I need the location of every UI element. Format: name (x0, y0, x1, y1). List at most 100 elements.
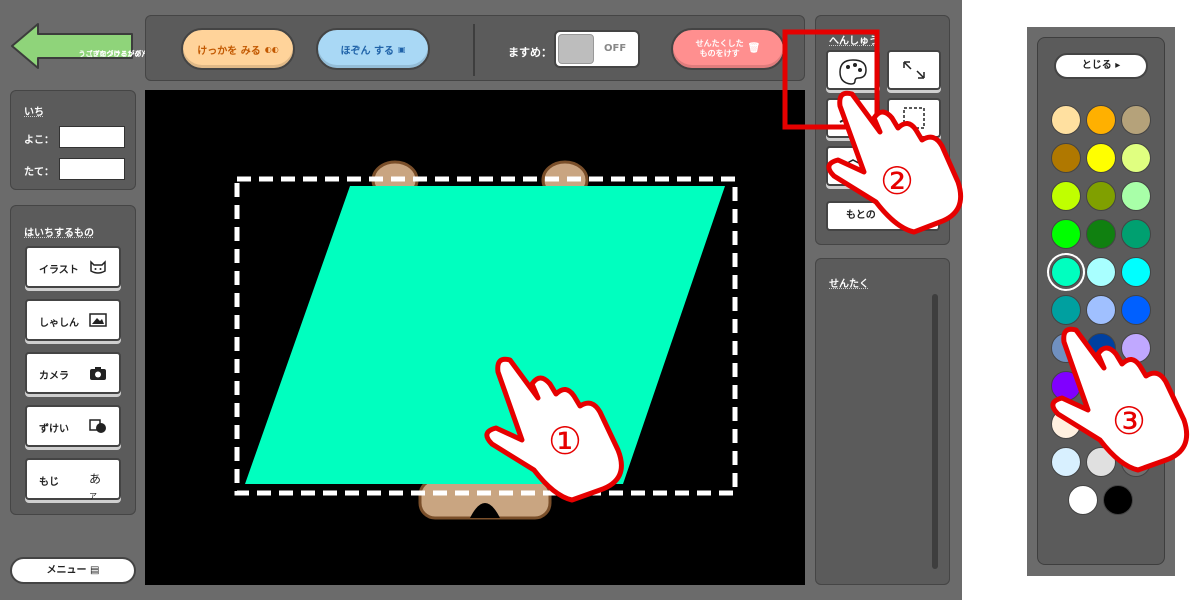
color-swatch[interactable] (1068, 485, 1098, 515)
color-swatch[interactable] (1121, 295, 1151, 325)
color-swatch[interactable] (1051, 219, 1081, 249)
color-palette-button[interactable] (826, 50, 880, 90)
color-swatch[interactable] (1121, 143, 1151, 173)
top-toolbar: けっかを みる ◐◐ ほぞん する ▣ ますめ： OFF せんたくした ものをけす… (145, 15, 805, 81)
left-arrow-icon (11, 23, 133, 69)
caret-right-icon: ▸ (1115, 60, 1121, 71)
restore-button[interactable]: もとの (826, 201, 940, 231)
layer-button[interactable] (826, 146, 880, 186)
toggle-knob (558, 34, 594, 64)
color-swatch[interactable] (1086, 181, 1116, 211)
menu-label: メニュー (46, 565, 87, 576)
flip-icon (839, 113, 867, 123)
place-items-panel: はいちするもの イラスト しゃしん カメラ ずけい もじ あア (10, 205, 136, 515)
color-swatch[interactable] (1051, 181, 1081, 211)
color-swatch[interactable] (1121, 409, 1151, 439)
palette-panel: とじる ▸ (1037, 37, 1165, 565)
color-palette-popup: とじる ▸ (1027, 27, 1175, 576)
delete-label-1: せんたくした (695, 39, 744, 48)
text-icon: あア (89, 472, 102, 501)
color-swatch[interactable] (1121, 105, 1151, 135)
color-swatch[interactable] (1086, 105, 1116, 135)
shape-label: ずけい (39, 424, 69, 435)
color-swatch[interactable] (1051, 143, 1081, 173)
text-label: もじ (39, 477, 59, 488)
color-swatch[interactable] (1086, 409, 1116, 439)
color-swatch[interactable] (1086, 143, 1116, 173)
drawing-canvas[interactable] (145, 90, 805, 585)
save-label: ほぞん する (340, 45, 394, 57)
view-result-label: けっかを みる (197, 45, 261, 57)
canvas-content (234, 160, 738, 520)
color-swatch[interactable] (1086, 371, 1116, 401)
color-swatch[interactable] (1121, 447, 1151, 477)
save-button[interactable]: ほぞん する ▣ (316, 28, 430, 70)
parallelogram-shape[interactable] (245, 186, 725, 484)
restore-label: もとの (846, 210, 876, 221)
color-swatch[interactable] (1086, 219, 1116, 249)
trash-icon: 🗑 (747, 43, 761, 54)
grid-state: OFF (604, 43, 627, 54)
view-result-button[interactable]: けっかを みる ◐◐ (181, 28, 295, 70)
close-label: とじる (1081, 60, 1112, 71)
toolbar-divider (473, 24, 475, 76)
close-palette-button[interactable]: とじる ▸ (1054, 53, 1148, 79)
position-panel: いち よこ： たて： (10, 90, 136, 190)
crop-icon (903, 107, 925, 129)
color-swatch[interactable] (1051, 409, 1081, 439)
color-swatch[interactable] (1121, 181, 1151, 211)
camera-icon (89, 365, 107, 381)
x-label: よこ： (24, 135, 54, 146)
color-swatch[interactable] (1051, 333, 1081, 363)
text-button[interactable]: もじ あア (25, 458, 121, 501)
back-to-programming-button[interactable]: うごきをつけるがめんへ （プログラミング） (10, 22, 156, 70)
color-swatch[interactable] (1051, 105, 1081, 135)
layer-icon (836, 159, 870, 177)
grid-label: ますめ： (508, 46, 552, 59)
save-icon: ▣ (397, 44, 406, 54)
place-title: はいちするもの (24, 228, 94, 239)
camera-button[interactable]: カメラ (25, 352, 121, 394)
color-swatch[interactable] (1121, 371, 1151, 401)
color-swatch[interactable] (1103, 485, 1133, 515)
color-swatch[interactable] (1051, 295, 1081, 325)
shape-icon (89, 418, 107, 434)
color-swatch[interactable] (1051, 371, 1081, 401)
color-swatch[interactable] (1121, 333, 1151, 363)
camera-label: カメラ (39, 371, 69, 382)
selection-panel: せんたく (815, 258, 950, 585)
resize-icon (903, 61, 925, 79)
color-swatch[interactable] (1121, 257, 1151, 287)
flip-button[interactable] (826, 98, 880, 138)
color-swatch[interactable] (1121, 219, 1151, 249)
illustration-button[interactable]: イラスト (25, 246, 121, 288)
photo-icon (89, 312, 107, 328)
edit-panel: へんしゅう もとの (815, 15, 950, 245)
delete-label-2: ものをけす (699, 49, 740, 58)
selection-scrollbar[interactable] (932, 294, 938, 569)
color-swatch[interactable] (1086, 333, 1116, 363)
menu-icon: ▤ (90, 565, 100, 576)
color-swatch[interactable] (1086, 295, 1116, 325)
delete-selected-button[interactable]: せんたくした ものをけす 🗑 (671, 28, 785, 70)
crop-button[interactable] (887, 98, 941, 138)
selection-title: せんたく (829, 279, 869, 290)
grid-toggle[interactable]: OFF (554, 30, 640, 68)
resize-button[interactable] (887, 50, 941, 90)
position-title: いち (24, 107, 44, 118)
y-input[interactable] (59, 158, 125, 180)
y-label: たて： (24, 167, 54, 178)
photo-button[interactable]: しゃしん (25, 299, 121, 341)
color-swatch[interactable] (1086, 257, 1116, 287)
edit-title: へんしゅう (829, 36, 879, 47)
color-swatch[interactable] (1047, 253, 1085, 291)
eyes-icon: ◐◐ (264, 44, 279, 54)
color-swatch[interactable] (1086, 447, 1116, 477)
cat-icon (89, 259, 107, 275)
menu-button[interactable]: メニュー ▤ (10, 557, 136, 584)
shape-button[interactable]: ずけい (25, 405, 121, 447)
x-input[interactable] (59, 126, 125, 148)
app-window: うごきをつけるがめんへ （プログラミング） けっかを みる ◐◐ ほぞん する ▣… (0, 0, 962, 600)
color-swatch[interactable] (1051, 447, 1081, 477)
photo-label: しゃしん (39, 318, 79, 329)
